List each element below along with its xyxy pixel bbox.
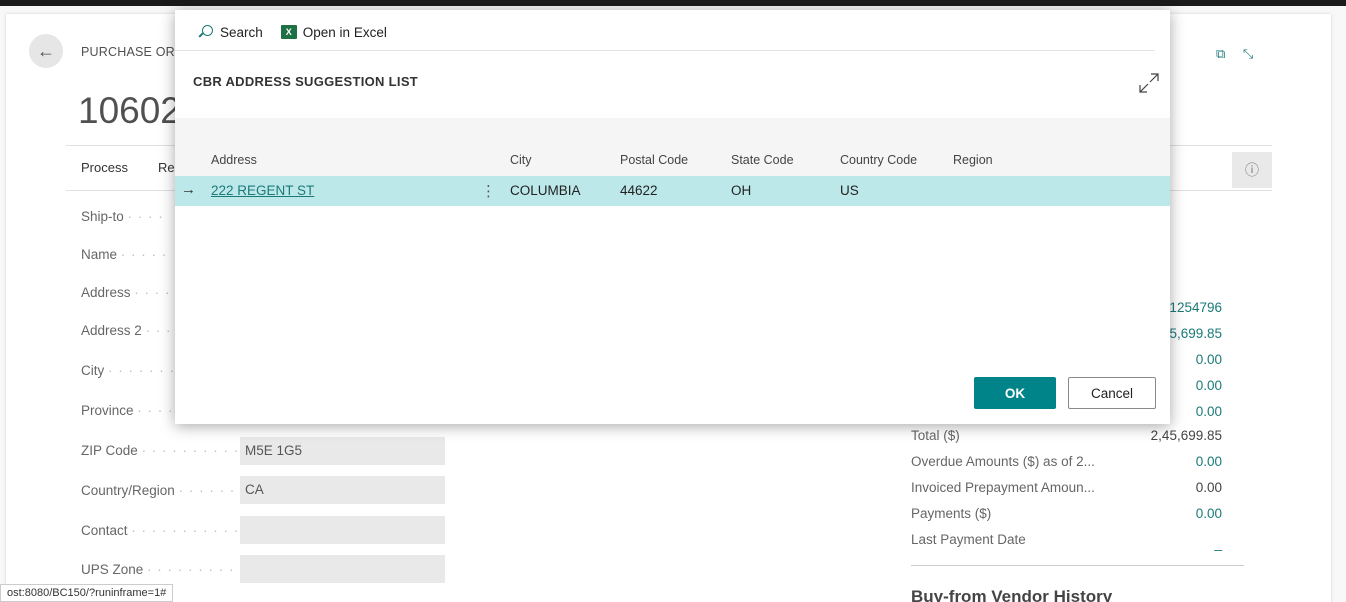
open-in-excel-label: Open in Excel <box>302 24 387 40</box>
search-button[interactable]: Search <box>199 25 263 40</box>
factbox-value[interactable]: 0.00 <box>1196 404 1222 419</box>
ok-button[interactable]: OK <box>974 377 1056 409</box>
column-header-country-code[interactable]: Country Code <box>840 153 917 167</box>
field-label-address: Address · · · · <box>81 285 171 300</box>
window-controls: ⧉ ⤡ <box>1216 46 1267 62</box>
action-process[interactable]: Process <box>81 160 128 175</box>
back-button[interactable]: ← <box>29 34 63 68</box>
status-bar-url: ost:8080/BC150/?runinframe=1# <box>0 584 174 602</box>
factbox-label: Invoiced Prepayment Amoun... <box>911 480 1095 495</box>
info-icon: ⓘ <box>1245 162 1259 178</box>
factbox-label: Overdue Amounts ($) as of 2... <box>911 454 1095 469</box>
expand-icon[interactable] <box>1138 72 1160 94</box>
address-suggestion-dialog: Search X Open in Excel CBR ADDRESS SUGGE… <box>175 10 1170 424</box>
factbox-value: _ <box>1214 536 1222 551</box>
column-header-address[interactable]: Address <box>211 153 257 167</box>
open-in-excel-button[interactable]: X Open in Excel <box>280 24 387 40</box>
factbox-value: 0.00 <box>1195 480 1222 495</box>
back-arrow-icon: ← <box>37 40 55 61</box>
factbox-value[interactable]: 0.00 <box>1196 378 1222 393</box>
factbox-value[interactable]: 0.00 <box>1196 454 1222 469</box>
page-title: 10602 <box>78 90 181 131</box>
field-label-province: Province · · · · <box>81 403 174 418</box>
factbox-value[interactable]: 01254796 <box>1162 300 1222 315</box>
vendor-history-title[interactable]: Buy-from Vendor History <box>911 587 1112 602</box>
column-header-state-code[interactable]: State Code <box>731 153 794 167</box>
field-label-country-region: Country/Region · · · · · · <box>81 483 236 498</box>
ups-zone-field[interactable] <box>240 555 445 583</box>
country-code-cell: US <box>840 183 859 198</box>
factbox-value[interactable]: 0.00 <box>1196 506 1222 521</box>
factbox-divider <box>911 565 1244 566</box>
state-code-cell: OH <box>731 183 752 198</box>
field-label-zip-code: ZIP Code · · · · · · · · · · · <box>81 443 250 458</box>
country-region-field[interactable]: CA <box>240 476 445 504</box>
field-label-ship-to: Ship-to · · · · <box>81 209 164 224</box>
field-label-ups-zone: UPS Zone · · · · · · · · · <box>81 562 235 577</box>
dialog-toolbar: Search X Open in Excel <box>199 22 405 42</box>
field-label-name: Name · · · · · <box>81 247 168 262</box>
factbox-label: Total ($) <box>911 428 960 443</box>
breadcrumb: PURCHASE ORD <box>81 45 185 59</box>
field-label-city: City · · · · · · · <box>81 363 175 378</box>
search-icon <box>199 25 213 39</box>
address-link[interactable]: 222 REGENT ST <box>211 183 314 198</box>
column-header-postal-code[interactable]: Postal Code <box>620 153 688 167</box>
toolbar-divider <box>175 50 1155 51</box>
postal-code-cell: 44622 <box>620 183 658 198</box>
cancel-button[interactable]: Cancel <box>1068 377 1156 409</box>
row-menu-icon[interactable]: ⋮ <box>481 182 496 200</box>
dialog-title: CBR ADDRESS SUGGESTION LIST <box>193 74 419 89</box>
open-new-window-icon[interactable]: ⧉ <box>1216 46 1225 61</box>
collapse-icon[interactable]: ⤡ <box>1243 46 1253 61</box>
zip-code-field[interactable]: M5E 1G5 <box>240 437 445 465</box>
factbox-label: Last Payment Date <box>911 532 1026 547</box>
factbox-value: 2,45,699.85 <box>1150 428 1222 443</box>
excel-icon: X <box>280 25 297 39</box>
column-header-city[interactable]: City <box>510 153 532 167</box>
city-cell: COLUMBIA <box>510 183 581 198</box>
field-label-contact: Contact · · · · · · · · · · · · <box>81 523 250 538</box>
table-row[interactable]: → 222 REGENT ST ⋮ COLUMBIA 44622 OH US <box>175 176 1170 206</box>
search-label: Search <box>220 24 263 40</box>
factbox-value[interactable]: 0.00 <box>1196 352 1222 367</box>
field-label-address-2: Address 2 · · · <box>81 323 172 338</box>
contact-field[interactable] <box>240 516 445 544</box>
row-indicator-arrow-icon: → <box>181 181 196 198</box>
info-button[interactable]: ⓘ <box>1232 152 1272 188</box>
factbox-label: Payments ($) <box>911 506 992 521</box>
column-header-region[interactable]: Region <box>953 153 993 167</box>
